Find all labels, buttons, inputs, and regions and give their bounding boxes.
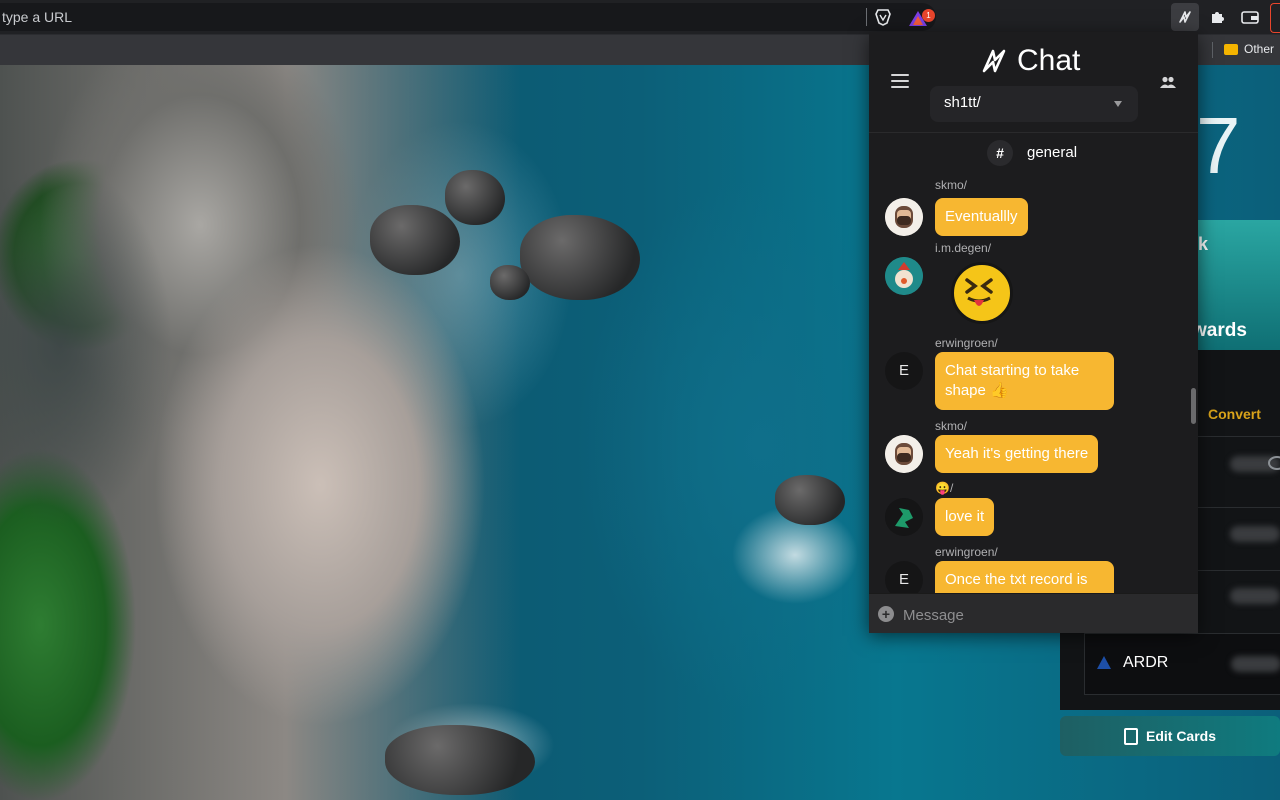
eye-icon[interactable] bbox=[1268, 456, 1280, 470]
card-top-text: k bbox=[1198, 234, 1209, 254]
browser-toolbar: 1 bbox=[0, 0, 1280, 35]
message-author: 😛/ bbox=[935, 481, 954, 495]
folder-icon bbox=[1224, 43, 1238, 55]
message: 😛/ love it bbox=[869, 481, 1189, 541]
bookmarks-divider bbox=[1212, 42, 1213, 58]
message: erwingroen/ E Once the txt record is bbox=[869, 545, 1189, 593]
chat-logo-icon bbox=[982, 49, 1006, 73]
plus-icon[interactable]: + bbox=[878, 606, 894, 622]
convert-tab[interactable]: Convert bbox=[1208, 406, 1261, 422]
message-bubble: Chat starting to take shape 👍 bbox=[935, 352, 1114, 410]
avatar[interactable]: E bbox=[885, 561, 923, 593]
address-bar[interactable]: 1 bbox=[0, 3, 936, 31]
avatar[interactable] bbox=[885, 435, 923, 473]
other-bookmarks[interactable]: Other bbox=[1224, 42, 1274, 56]
channel-name: general bbox=[1027, 144, 1078, 161]
tongue-emoji-sticker bbox=[951, 262, 1013, 324]
message: skmo/ Eventuallly bbox=[869, 178, 1189, 238]
rewards-badge: 1 bbox=[922, 9, 935, 22]
rewards-card: k wards bbox=[1190, 220, 1280, 350]
rock bbox=[520, 215, 640, 300]
avatar[interactable] bbox=[885, 198, 923, 236]
avatar[interactable]: E bbox=[885, 352, 923, 390]
rock bbox=[775, 475, 845, 525]
ardor-icon bbox=[1097, 656, 1111, 669]
puzzle-icon[interactable] bbox=[1203, 3, 1231, 31]
chevron-down-icon bbox=[1114, 101, 1122, 107]
chat-header: Chat sh1tt/ bbox=[869, 32, 1198, 132]
message: i.m.degen/ bbox=[869, 241, 1189, 333]
chat-brand: Chat bbox=[979, 44, 1080, 78]
message-list[interactable]: skmo/ Eventuallly i.m.degen/ erwingroen/… bbox=[869, 173, 1198, 593]
chat-title: Chat bbox=[1017, 44, 1081, 77]
message-bubble: Once the txt record is bbox=[935, 561, 1114, 593]
edit-icon bbox=[1123, 727, 1138, 745]
message: skmo/ Yeah it's getting there bbox=[869, 419, 1189, 479]
coin-row-ardr[interactable]: ARDR bbox=[1084, 633, 1280, 695]
rock bbox=[385, 725, 535, 795]
message-bubble: Eventuallly bbox=[935, 198, 1028, 236]
wallet-icon[interactable] bbox=[1236, 3, 1264, 31]
message: erwingroen/ E Chat starting to take shap… bbox=[869, 336, 1189, 416]
card-bottom-text: wards bbox=[1192, 320, 1247, 341]
message-author: erwingroen/ bbox=[935, 545, 998, 559]
hash-icon: # bbox=[987, 140, 1013, 166]
message-input[interactable] bbox=[901, 602, 1185, 628]
users-icon[interactable] bbox=[1159, 76, 1177, 88]
edit-cards-label: Edit Cards bbox=[1145, 728, 1216, 744]
hidden-balance bbox=[1230, 526, 1280, 542]
profile-button[interactable] bbox=[1270, 3, 1280, 33]
address-input[interactable] bbox=[0, 3, 862, 31]
hidden-balance bbox=[1231, 656, 1280, 672]
rock bbox=[370, 205, 460, 275]
avatar[interactable] bbox=[885, 498, 923, 536]
message-bubble: love it bbox=[935, 498, 995, 536]
chat-extension-icon[interactable] bbox=[1171, 3, 1199, 31]
other-bookmarks-label: Other bbox=[1244, 42, 1275, 56]
message-author: skmo/ bbox=[935, 178, 968, 192]
coin-name: ARDR bbox=[1123, 654, 1169, 671]
hidden-balance bbox=[1230, 588, 1280, 604]
message-composer: + bbox=[869, 593, 1198, 633]
omnibox-divider bbox=[866, 8, 867, 26]
avatar[interactable] bbox=[885, 257, 923, 295]
coastline-rocks bbox=[0, 65, 520, 800]
message-author: erwingroen/ bbox=[935, 336, 998, 350]
chat-popup: Chat sh1tt/ # general skmo/ Eventuallly … bbox=[869, 32, 1198, 633]
message-author: i.m.degen/ bbox=[935, 241, 992, 255]
rock bbox=[445, 170, 505, 225]
brave-lion-icon[interactable] bbox=[874, 8, 892, 26]
channel-bar[interactable]: # general bbox=[869, 132, 1198, 174]
edit-cards-button[interactable]: Edit Cards bbox=[1060, 716, 1280, 756]
clock-digit: 7 bbox=[1196, 101, 1241, 190]
scrollbar-thumb[interactable] bbox=[1191, 388, 1196, 424]
server-name: sh1tt/ bbox=[944, 94, 981, 111]
menu-icon[interactable] bbox=[891, 74, 909, 88]
message-author: skmo/ bbox=[935, 419, 968, 433]
server-select[interactable]: sh1tt/ bbox=[930, 86, 1138, 122]
rock bbox=[490, 265, 530, 300]
message-bubble: Yeah it's getting there bbox=[935, 435, 1099, 473]
